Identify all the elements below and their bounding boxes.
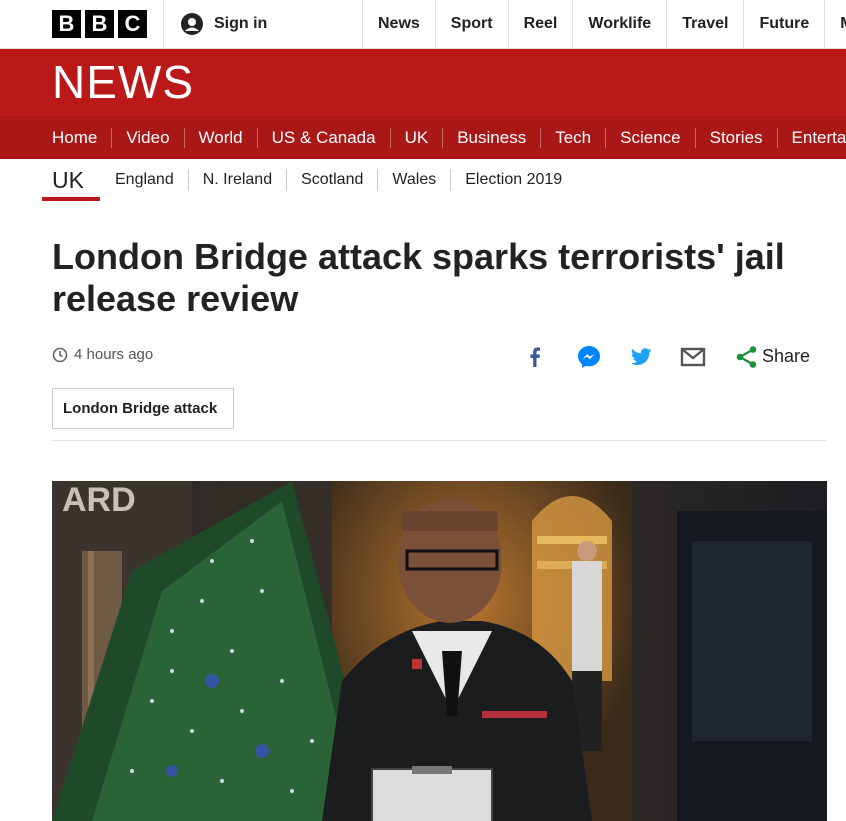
nav-us-canada[interactable]: US & Canada (256, 127, 390, 148)
topnav-more[interactable]: Mo (824, 0, 846, 48)
share-icon[interactable] (734, 344, 760, 370)
user-icon (181, 13, 203, 35)
divider (52, 440, 826, 441)
share-label[interactable]: Share (762, 346, 810, 367)
uk-sub-navigation: UK England N. Ireland Scotland Wales Ele… (0, 159, 846, 203)
topnav-sport[interactable]: Sport (434, 0, 508, 48)
nav-entertainment[interactable]: Enterta (776, 127, 846, 148)
topnav-future[interactable]: Future (743, 0, 824, 48)
nav-video[interactable]: Video (111, 127, 183, 148)
topnav-reel[interactable]: Reel (507, 0, 573, 48)
topic-tag[interactable]: London Bridge attack (52, 388, 234, 429)
top-bar: B B C Sign in News Sport Reel Worklife T… (0, 0, 846, 49)
article-headline: London Bridge attack sparks terrorists' … (52, 236, 785, 319)
subnav-wales[interactable]: Wales (377, 169, 450, 191)
subnav-scotland[interactable]: Scotland (286, 169, 377, 191)
subnav-n-ireland[interactable]: N. Ireland (187, 169, 286, 191)
top-navigation: News Sport Reel Worklife Travel Future M… (362, 0, 846, 48)
section-navigation: Home Video World US & Canada UK Business… (0, 116, 846, 159)
twitter-icon[interactable] (628, 344, 654, 370)
nav-world[interactable]: World (183, 127, 257, 148)
nav-tech[interactable]: Tech (540, 127, 605, 148)
nav-uk[interactable]: UK (389, 127, 443, 148)
logo-letter-b2: B (85, 10, 114, 38)
nav-science[interactable]: Science (605, 127, 694, 148)
messenger-icon[interactable] (576, 344, 602, 370)
bbc-logo[interactable]: B B C (52, 10, 147, 38)
subnav-current-uk[interactable]: UK (42, 159, 100, 201)
topnav-worklife[interactable]: Worklife (572, 0, 666, 48)
subnav-england[interactable]: England (101, 169, 188, 191)
topnav-news[interactable]: News (362, 0, 435, 48)
share-tools: Share (0, 340, 846, 374)
logo-letter-b1: B (52, 10, 81, 38)
email-icon[interactable] (680, 344, 706, 370)
photo-signage: ARD (62, 481, 136, 519)
nav-business[interactable]: Business (442, 127, 540, 148)
divider (163, 0, 164, 48)
article-photo[interactable]: ARD (52, 481, 827, 821)
sign-in-button[interactable]: Sign in (180, 12, 267, 36)
nav-home[interactable]: Home (52, 128, 111, 148)
police-officer-photo: ARD (52, 481, 827, 821)
facebook-icon[interactable] (522, 344, 548, 370)
topnav-travel[interactable]: Travel (666, 0, 743, 48)
news-logo[interactable]: NEWS (52, 59, 194, 105)
news-banner: NEWS (0, 49, 846, 116)
sign-in-label: Sign in (214, 15, 268, 32)
subnav-election-2019[interactable]: Election 2019 (450, 169, 576, 191)
logo-letter-c: C (118, 10, 147, 38)
nav-stories[interactable]: Stories (694, 127, 777, 148)
